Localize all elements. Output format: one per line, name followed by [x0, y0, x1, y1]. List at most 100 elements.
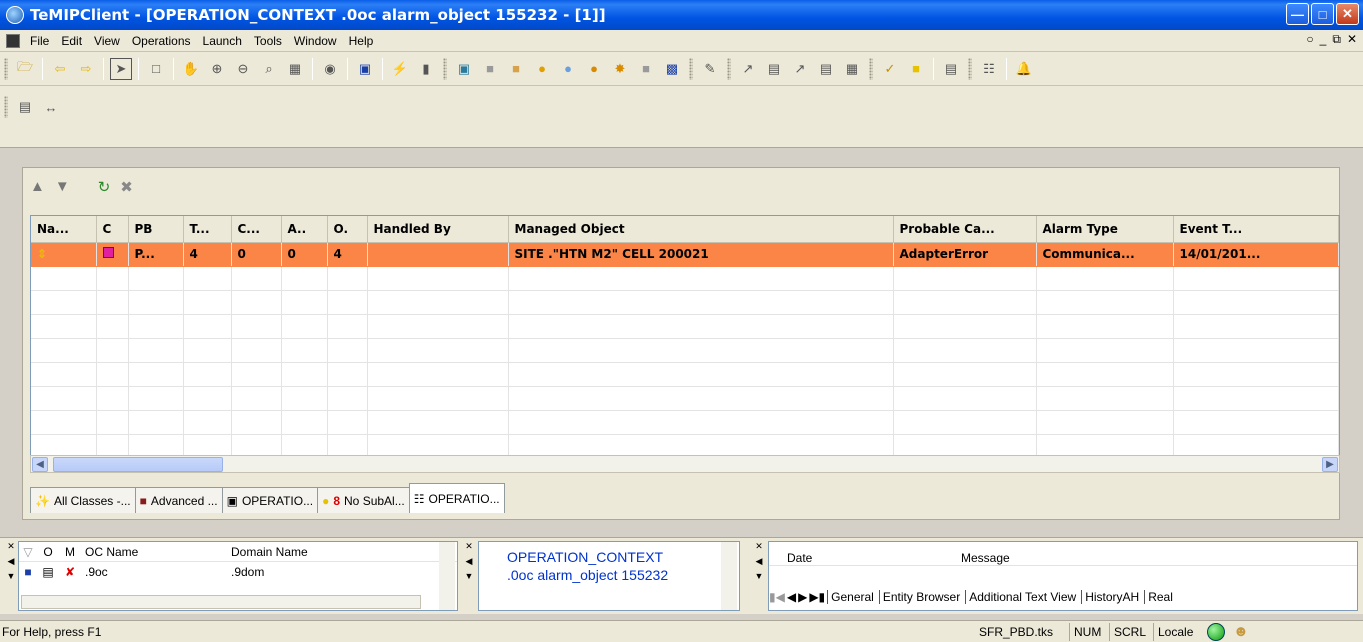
window-icon[interactable]: ▣	[354, 58, 376, 80]
stop-icon[interactable]: ✖	[120, 178, 133, 196]
tab-operation-context-2[interactable]: ☷ OPERATIO...	[408, 483, 505, 513]
minimize-doc-button[interactable]: _	[1320, 32, 1327, 47]
square-icon-2[interactable]: ■	[505, 58, 527, 80]
network-icon[interactable]: ▤	[14, 96, 36, 118]
open-folder-icon[interactable]: 🗁	[14, 58, 36, 80]
col-header-pb[interactable]: PB	[128, 216, 184, 243]
zoom-in-icon[interactable]: ⊕	[206, 58, 228, 80]
title-bar[interactable]: TeMIPClient - [OPERATION_CONTEXT .0oc al…	[0, 0, 1363, 30]
menu-edit[interactable]: Edit	[55, 34, 88, 48]
table-row[interactable]: ⇕ P... 4 0 0 4 SITE ."HTN M2" CELL 20002…	[31, 242, 1339, 267]
menu-window[interactable]: Window	[288, 34, 343, 48]
forward-arrow-icon[interactable]: ⇨	[75, 58, 97, 80]
context-panel-grip[interactable]: ✕ ◀ ▼	[462, 541, 476, 611]
col-header-name[interactable]: Na...	[31, 216, 97, 243]
star-icon[interactable]: ✸	[609, 58, 631, 80]
back-arrow-icon[interactable]: ⇦	[49, 58, 71, 80]
lightning-icon[interactable]: ⚡	[389, 58, 411, 80]
toolbar-grip-3[interactable]	[689, 57, 693, 80]
col-header-event-time[interactable]: Event T...	[1173, 216, 1339, 243]
toolbar-grip-6[interactable]	[968, 57, 972, 80]
square-icon-3[interactable]: ■	[635, 58, 657, 80]
maximize-button[interactable]: □	[1311, 3, 1334, 25]
arrow-up-right-icon[interactable]: ↗	[737, 58, 759, 80]
toolbar-grip-2[interactable]	[443, 57, 447, 80]
col-header-a[interactable]: A..	[281, 216, 328, 243]
acknowledge-icon[interactable]: ▲	[30, 178, 45, 196]
col-header-domain-name[interactable]: Domain Name	[227, 545, 367, 559]
col-header-t[interactable]: T...	[183, 216, 232, 243]
grid-horizontal-scrollbar[interactable]: ◀ ▶	[30, 455, 1340, 473]
menu-help[interactable]: Help	[343, 34, 380, 48]
restore-doc-button[interactable]: ⧉	[1332, 32, 1341, 47]
col-header-o[interactable]: O	[37, 545, 59, 559]
col-header-managed-object[interactable]: Managed Object	[508, 216, 894, 243]
context-vertical-scrollbar[interactable]	[721, 542, 737, 610]
col-header-alarm-type[interactable]: Alarm Type	[1036, 216, 1174, 243]
menu-view[interactable]: View	[88, 34, 126, 48]
grid-icon[interactable]: ▤	[763, 58, 785, 80]
tab-real[interactable]: Real	[1144, 590, 1176, 604]
minimize-button[interactable]: —	[1286, 3, 1309, 25]
check-icon[interactable]: ✓	[879, 58, 901, 80]
menu-tools[interactable]: Tools	[248, 34, 288, 48]
tab-history-ah[interactable]: HistoryAH	[1081, 590, 1142, 604]
col-header-handled-by[interactable]: Handled By	[367, 216, 509, 243]
col-header-c[interactable]: C	[96, 216, 129, 243]
menu-launch[interactable]: Launch	[197, 34, 248, 48]
scroll-left-button[interactable]: ◀	[32, 457, 48, 472]
toolbar-grip-5[interactable]	[869, 57, 873, 80]
col-header-oc-name[interactable]: OC Name	[81, 545, 227, 559]
tab-additional-text-view[interactable]: Additional Text View	[965, 590, 1079, 604]
tab-entity-browser[interactable]: Entity Browser	[878, 590, 963, 604]
col-header-f[interactable]: F	[1338, 216, 1339, 243]
pointer-icon[interactable]: ➤	[110, 57, 132, 80]
properties-icon[interactable]: ✎	[699, 58, 721, 80]
col-header-c2[interactable]: C...	[231, 216, 282, 243]
col-header-o[interactable]: O.	[327, 216, 368, 243]
expand-icon[interactable]: ↔	[40, 96, 62, 118]
tab-advanced[interactable]: ■ Advanced ...	[134, 487, 223, 513]
close-pane-icon[interactable]: ✕	[7, 541, 15, 552]
tab-no-subalarm[interactable]: ● 8 No SubAl...	[317, 487, 410, 513]
circle-icon-2[interactable]: ●	[557, 58, 579, 80]
scroll-right-button[interactable]: ▶	[1322, 457, 1338, 472]
tab-general[interactable]: General	[827, 590, 877, 604]
filter-icon[interactable]: ▼	[55, 178, 70, 196]
col-header-m[interactable]: M	[59, 545, 81, 559]
alarm-view-icon[interactable]: ▣	[453, 58, 475, 80]
close-button[interactable]: ✕	[1336, 3, 1359, 25]
message-panel-grip[interactable]: ✕ ◀ ▼	[752, 541, 766, 611]
oc-vertical-scrollbar[interactable]	[439, 542, 455, 610]
restore-doc-icon[interactable]: ○	[1306, 32, 1313, 47]
select-rect-icon[interactable]: □	[145, 58, 167, 80]
cli-icon[interactable]: ▩	[661, 58, 683, 80]
fit-icon[interactable]: ▦	[284, 58, 306, 80]
battery-icon[interactable]: ▮	[415, 58, 437, 80]
hand-icon[interactable]: ✋	[180, 58, 202, 80]
menu-file[interactable]: File	[24, 34, 55, 48]
tab-all-classes[interactable]: ✨ All Classes -...	[30, 487, 136, 513]
tab-operation-context-1[interactable]: ▣ OPERATIO...	[221, 487, 319, 513]
col-header-probable-cause[interactable]: Probable Ca...	[893, 216, 1037, 243]
close-pane-icon[interactable]: ✕	[755, 541, 763, 552]
page-icon[interactable]: ▤	[940, 58, 962, 80]
refresh-icon[interactable]: ↻	[98, 178, 111, 196]
globe-icon[interactable]: ◉	[319, 58, 341, 80]
list-item[interactable]: ■ ▤ ✘ .9oc .9dom	[19, 562, 457, 582]
toolbar-grip[interactable]	[4, 57, 8, 80]
oc-panel-grip[interactable]: ✕ ◀ ▼	[4, 541, 18, 611]
grid-icon-2[interactable]: ▤	[815, 58, 837, 80]
col-header-message[interactable]: Message	[961, 551, 1010, 565]
zoom-icon[interactable]: ⌕	[258, 58, 280, 80]
menu-operations[interactable]: Operations	[126, 34, 197, 48]
scroll-thumb[interactable]	[53, 457, 223, 472]
document-icon[interactable]	[6, 33, 20, 48]
bell-icon[interactable]: 🔔	[1013, 58, 1035, 80]
grid-icon-3[interactable]: ▦	[841, 58, 863, 80]
report-icon[interactable]: ☷	[978, 58, 1000, 80]
oc-horizontal-scrollbar[interactable]	[21, 595, 421, 609]
square-icon[interactable]: ■	[479, 58, 501, 80]
close-pane-icon[interactable]: ✕	[465, 541, 473, 552]
circle-icon-3[interactable]: ●	[583, 58, 605, 80]
